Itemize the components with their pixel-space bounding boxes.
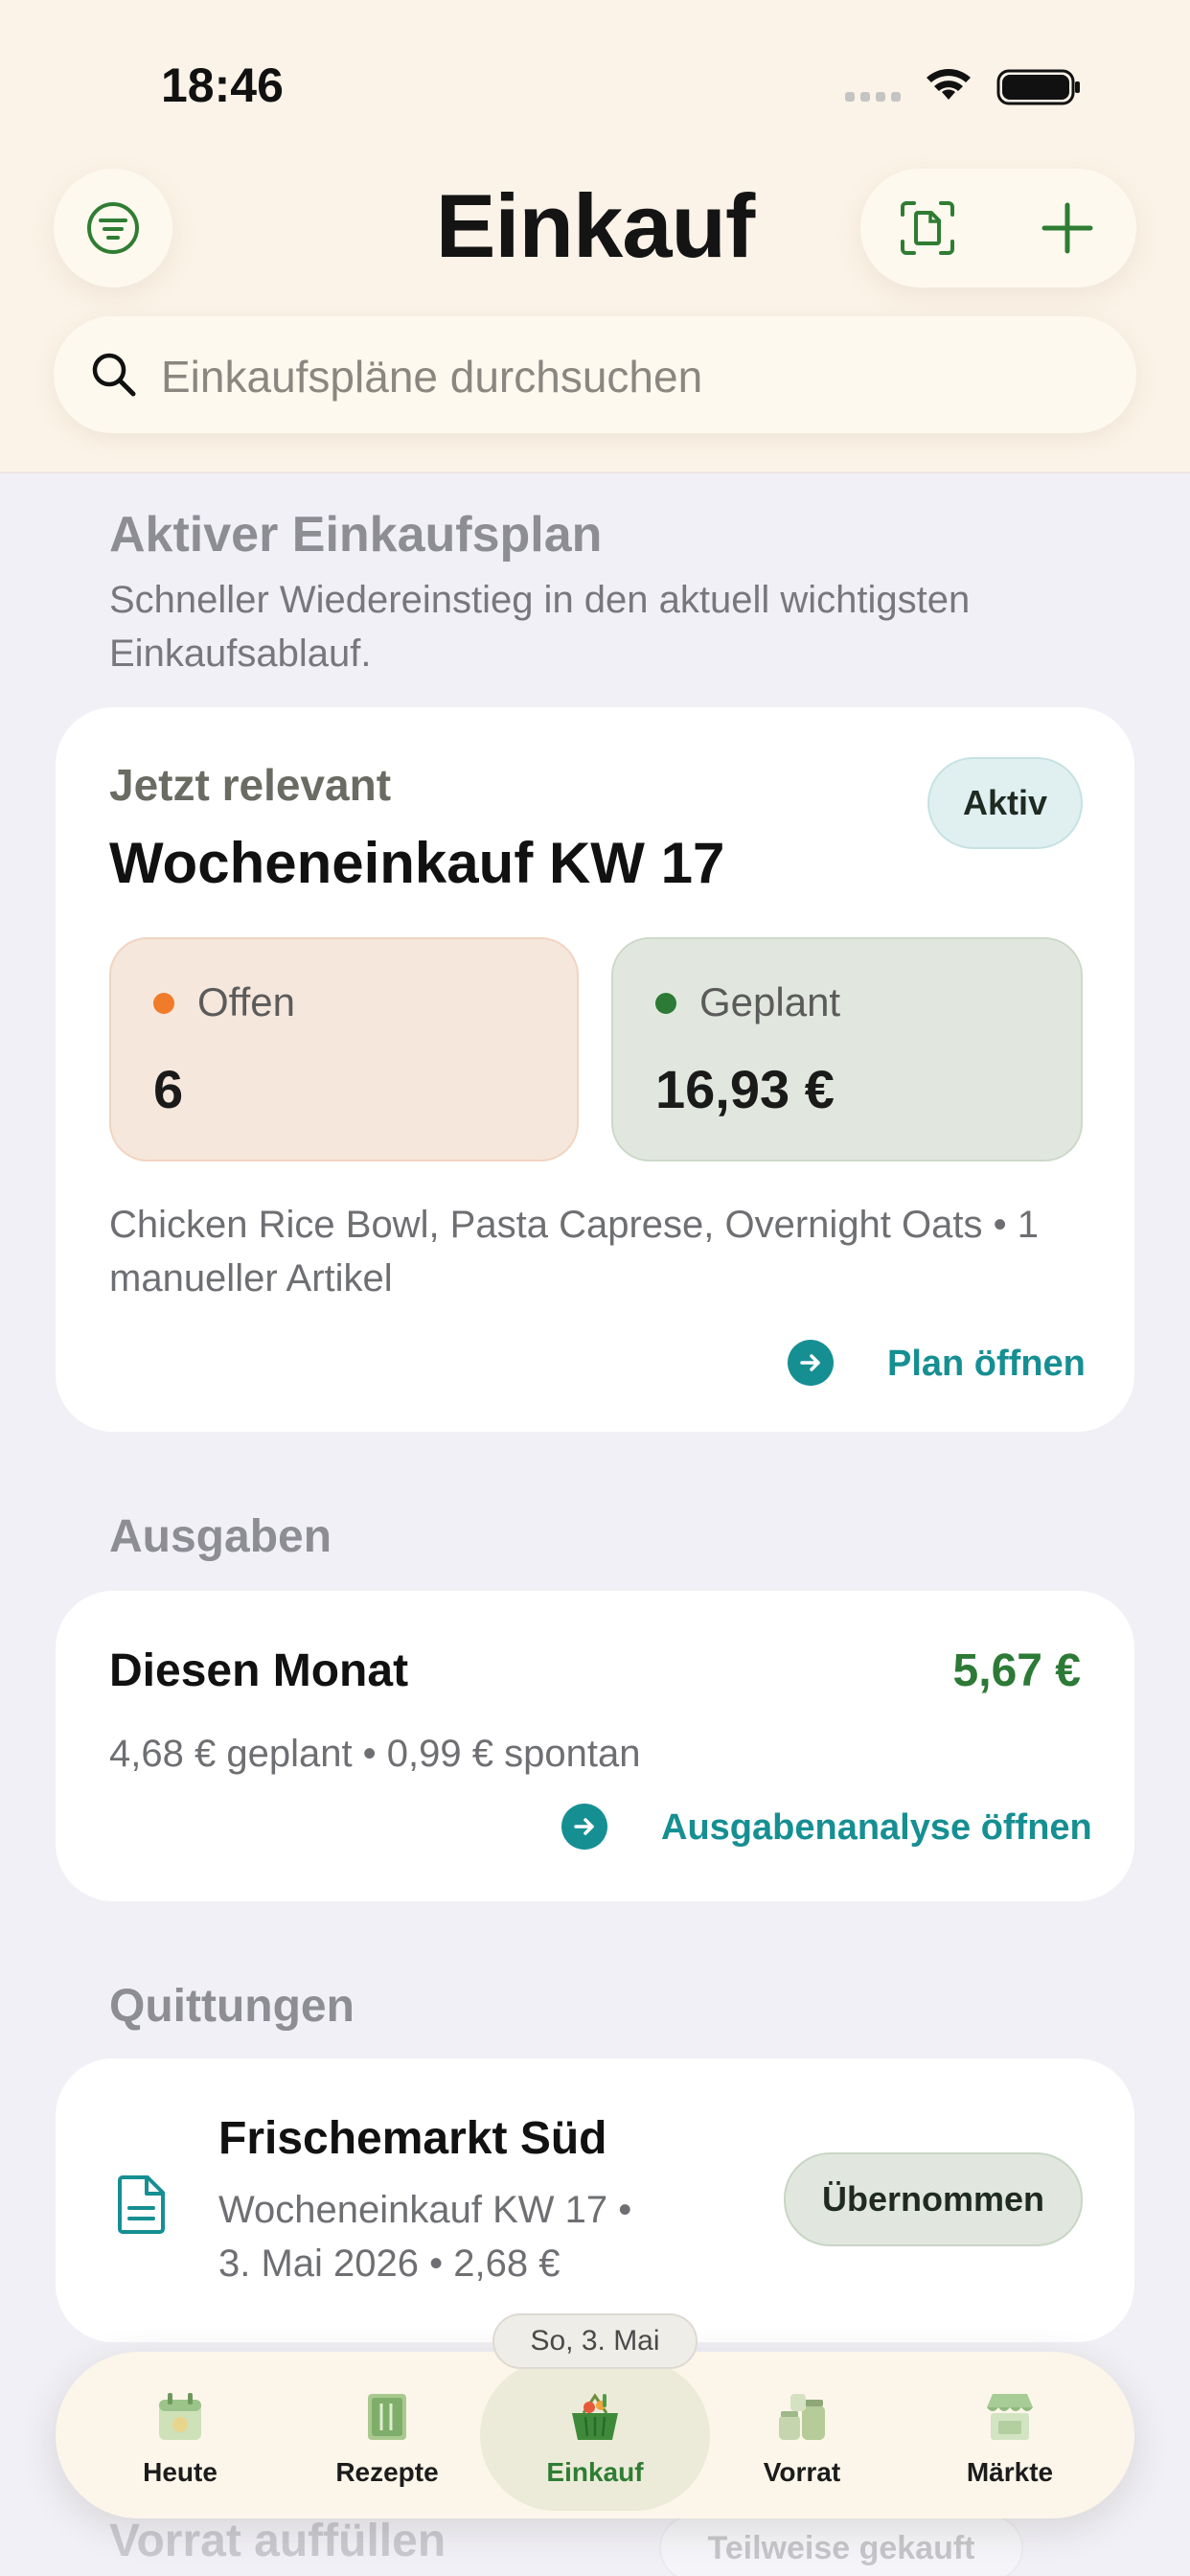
tab-label: Heute — [143, 2457, 217, 2487]
battery-icon — [996, 69, 1080, 105]
receipt-document-icon — [118, 2175, 165, 2234]
scan-document-icon — [901, 201, 954, 255]
search-icon — [92, 353, 136, 397]
status-time: 18:46 — [161, 58, 284, 112]
jars-icon — [779, 2394, 825, 2440]
status-icons — [845, 69, 1080, 105]
tab-label: Märkte — [966, 2457, 1054, 2487]
plan-title: Wocheneinkauf KW 17 — [109, 831, 725, 895]
tab-label: Einkauf — [546, 2457, 644, 2487]
stat-value: 16,93 € — [655, 1059, 835, 1119]
stat-value: 6 — [153, 1059, 184, 1119]
recipe-book-icon — [368, 2394, 406, 2440]
spending-amount: 5,67 € — [952, 1645, 1081, 1696]
restock-status-chip: Teilweise gekauft — [659, 2515, 1023, 2576]
calendar-icon — [159, 2393, 201, 2440]
arrow-right-icon — [788, 1340, 834, 1386]
tab-bar: Heute Rezepte Einkauf Vorrat Märkte — [56, 2352, 1134, 2518]
stat-label: Geplant — [699, 979, 841, 1024]
tab-einkauf[interactable]: Einkauf — [480, 2352, 710, 2518]
receipt-detail-line2: 3. Mai 2026 • 2,68 € — [218, 2242, 561, 2285]
receipt-store: Frischemarkt Süd — [218, 2113, 607, 2164]
tab-rezepte[interactable]: Rezepte — [291, 2352, 483, 2518]
stat-planned: Geplant 16,93 € — [611, 937, 1083, 1162]
spending-analysis-link[interactable]: Ausgabenanalyse öffnen — [661, 1807, 1092, 1849]
basket-icon — [572, 2393, 618, 2440]
tab-heute[interactable]: Heute — [84, 2352, 276, 2518]
active-plan-card[interactable]: Jetzt relevant Wocheneinkauf KW 17 Aktiv… — [56, 707, 1134, 1432]
section-title-restock: Vorrat auffüllen — [109, 2516, 446, 2566]
tab-label: Vorrat — [763, 2457, 841, 2487]
tab-vorrat[interactable]: Vorrat — [706, 2352, 898, 2518]
stat-label: Offen — [197, 979, 295, 1024]
tab-label: Rezepte — [335, 2457, 439, 2487]
plus-icon — [1041, 202, 1093, 254]
section-title-active-plan: Aktiver Einkaufsplan — [109, 507, 603, 563]
receipt-detail-line1: Wocheneinkauf KW 17 • — [218, 2189, 632, 2231]
action-group — [860, 169, 1136, 288]
wifi-icon — [927, 69, 971, 100]
status-dot — [153, 993, 174, 1014]
section-title-receipts: Quittungen — [109, 1981, 355, 2032]
status-badge: Aktiv — [927, 757, 1083, 849]
market-stall-icon — [987, 2394, 1033, 2440]
receipt-card[interactable]: Frischemarkt Süd Wocheneinkauf KW 17 • 3… — [56, 2058, 1134, 2342]
tab-maerkte[interactable]: Märkte — [914, 2352, 1106, 2518]
date-chip: So, 3. Mai — [492, 2313, 698, 2369]
receipt-status-badge: Übernommen — [784, 2152, 1083, 2246]
search-placeholder: Einkaufspläne durchsuchen — [161, 352, 703, 402]
spending-detail: 4,68 € geplant • 0,99 € spontan — [109, 1733, 641, 1775]
open-plan-link[interactable]: Plan öffnen — [887, 1344, 1086, 1385]
arrow-right-icon — [561, 1804, 607, 1850]
plan-kicker: Jetzt relevant — [109, 760, 392, 810]
search-input[interactable]: Einkaufspläne durchsuchen — [54, 316, 1136, 433]
section-title-spending: Ausgaben — [109, 1511, 332, 1562]
stat-open: Offen 6 — [109, 937, 579, 1162]
section-subtitle-active-plan: Schneller Wiedereinstieg in den aktuell … — [109, 579, 971, 675]
spending-card[interactable]: Diesen Monat 5,67 € 4,68 € geplant • 0,9… — [56, 1591, 1134, 1901]
add-plan-button[interactable] — [1039, 199, 1096, 257]
signal-icon — [845, 92, 901, 102]
spending-title: Diesen Monat — [109, 1645, 409, 1696]
status-dot — [655, 993, 676, 1014]
scan-receipt-button[interactable] — [897, 197, 958, 259]
header: 18:46 Einkauf Einkaufspläne durchsuchen — [0, 0, 1190, 473]
plan-description: Chicken Rice Bowl, Pasta Caprese, Overni… — [109, 1204, 1039, 1300]
